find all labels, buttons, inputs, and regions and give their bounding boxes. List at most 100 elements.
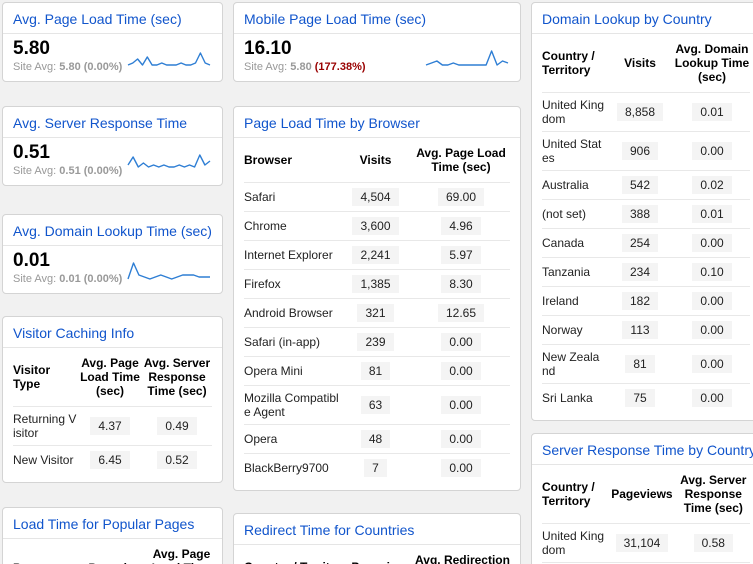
panel-visitor-caching: Visitor Caching Info Visitor TypeAvg. Pa… — [2, 316, 223, 483]
cell-value: 321 — [357, 304, 393, 322]
sparkline-chart — [126, 149, 212, 176]
site-avg-value: 0.01 — [59, 273, 80, 285]
row-label-cell: Australia — [542, 171, 606, 200]
cell-value: 0.49 — [157, 417, 196, 435]
cell-value: 1,385 — [352, 275, 398, 293]
cell-value: 5.97 — [441, 246, 480, 264]
row-label-cell: Norway — [542, 316, 606, 345]
metric-body: 5.80 Site Avg: 5.80 (0.00%) — [3, 34, 222, 81]
panel-title-domain-lookup-country[interactable]: Domain Lookup by Country — [532, 3, 753, 33]
site-avg-label: Site Avg: — [13, 273, 56, 285]
metric-cell: 8.30 — [412, 270, 510, 299]
table-row: Chrome3,6004.96 — [244, 212, 510, 241]
metric-text: 16.10 Site Avg: 5.80 (177.38%) — [244, 38, 366, 73]
cell-value: 388 — [622, 205, 658, 223]
widget-title-avg-domain-lookup[interactable]: Avg. Domain Lookup Time (sec) — [3, 215, 222, 245]
data-table: Country / TerritoryPageviewsAvg. Server … — [542, 465, 750, 564]
row-label-cell: Chrome — [244, 212, 339, 241]
table-row: Sri Lanka750.00 — [542, 384, 750, 413]
cell-value: 113 — [622, 321, 657, 339]
row-label-cell: Internet Explorer — [244, 241, 339, 270]
cell-value: 542 — [622, 176, 658, 194]
cell-value: 8.30 — [441, 275, 480, 293]
row-label-cell: Ireland — [542, 287, 606, 316]
cell-value: 31,104 — [616, 534, 669, 552]
cell-value: 0.01 — [692, 205, 731, 223]
row-label-cell: United Kingdom — [542, 93, 606, 132]
metric-cell: 7 — [339, 454, 412, 483]
visitor-caching-table: Visitor TypeAvg. Page Load Time (sec)Avg… — [3, 348, 222, 482]
cell-value: 69.00 — [438, 188, 484, 206]
row-label-cell: Sri Lanka — [542, 384, 606, 413]
table-row: Opera480.00 — [244, 425, 510, 454]
metric-cell: 0.02 — [674, 171, 750, 200]
widget-title-mobile-page-load[interactable]: Mobile Page Load Time (sec) — [234, 3, 520, 33]
row-label-cell: Tanzania — [542, 258, 606, 287]
widget-title-avg-server-response[interactable]: Avg. Server Response Time — [3, 107, 222, 137]
metric-cell: 0.10 — [674, 258, 750, 287]
metric-text: 5.80 Site Avg: 5.80 (0.00%) — [13, 38, 122, 73]
panel-title-visitor-caching[interactable]: Visitor Caching Info — [3, 317, 222, 347]
cell-value: 2,241 — [352, 246, 398, 264]
cell-value: 75 — [625, 389, 654, 407]
cell-value: 0.00 — [692, 142, 731, 160]
redirect-time-table: Country / TerritoryPageviewsAvg. Redirec… — [234, 545, 520, 564]
left-column: Avg. Page Load Time (sec) 5.80 Site Avg:… — [2, 2, 223, 564]
cell-value: 0.00 — [441, 396, 480, 414]
cell-value: 8,858 — [617, 103, 663, 121]
table-row: (not set) 388 0.01 — [542, 200, 750, 229]
metric-cell: 542 — [606, 171, 674, 200]
site-avg-value: 0.51 — [59, 165, 80, 177]
table-row: New Visitor6.450.52 — [13, 446, 212, 475]
delta-percent: (177.38%) — [315, 61, 366, 73]
table-row: Ireland1820.00 — [542, 287, 750, 316]
table-row: Internet Explorer 2,241 5.97 — [244, 241, 510, 270]
row-label-cell: Safari (in-app) — [244, 328, 339, 357]
header-row: Visitor TypeAvg. Page Load Time (sec)Avg… — [13, 348, 212, 407]
cell-value: 12.65 — [438, 304, 484, 322]
right-column: Domain Lookup by Country Country / Terri… — [531, 2, 753, 564]
metric-body: 0.51 Site Avg: 0.51 (0.00%) — [3, 138, 222, 185]
metric-cell: 1,385 — [339, 270, 412, 299]
delta-percent: (0.00%) — [84, 61, 123, 73]
site-avg-label: Site Avg: — [244, 61, 287, 73]
table-row: Safari4,50469.00 — [244, 183, 510, 212]
row-label-cell: (not set) — [542, 200, 606, 229]
table-row: United States9060.00 — [542, 132, 750, 171]
cell-value: 0.00 — [441, 362, 480, 380]
site-avg-line: Site Avg: 0.51 (0.00%) — [13, 165, 122, 177]
column-header: Country / Territory — [542, 34, 606, 93]
row-label-cell: Mozilla Compatible Agent — [244, 386, 339, 425]
row-label-cell: United Kingdom — [542, 524, 607, 563]
widget-title-avg-page-load[interactable]: Avg. Page Load Time (sec) — [3, 3, 222, 33]
column-header: Pageviews — [349, 545, 415, 564]
domain-lookup-table: Country / TerritoryVisitsAvg. Domain Loo… — [532, 34, 753, 420]
panel-title-redirect-time[interactable]: Redirect Time for Countries — [234, 514, 520, 544]
row-label-cell: New Zealand — [542, 345, 606, 384]
cell-value: 0.01 — [692, 103, 731, 121]
header-row: PagePageviewsAvg. Page Load Time (sec) — [13, 539, 212, 564]
cell-value: 48 — [361, 430, 390, 448]
sparkline-chart — [126, 45, 212, 72]
table-row: Norway1130.00 — [542, 316, 750, 345]
delta-percent: (0.00%) — [84, 273, 123, 285]
row-label-cell: Safari — [244, 183, 339, 212]
metric-cell: 113 — [606, 316, 674, 345]
column-header: Visits — [339, 138, 412, 183]
cell-value: 81 — [625, 355, 654, 373]
column-header: Page — [13, 539, 87, 564]
browser-load-time-table: BrowserVisitsAvg. Page Load Time (sec)Sa… — [234, 138, 520, 490]
panel-title-server-response-country[interactable]: Server Response Time by Country — [532, 434, 753, 464]
cell-value: 7 — [364, 459, 387, 477]
panel-title-popular-pages[interactable]: Load Time for Popular Pages — [3, 508, 222, 538]
metric-cell: 0.00 — [674, 132, 750, 171]
row-label-cell: United States — [542, 132, 606, 171]
widget-mobile-page-load: Mobile Page Load Time (sec) 16.10 Site A… — [233, 2, 521, 82]
metric-cell: 0.00 — [412, 454, 510, 483]
metric-cell: 31,104 — [607, 524, 676, 563]
header-row: BrowserVisitsAvg. Page Load Time (sec) — [244, 138, 510, 183]
table-row: Australia 542 0.02 — [542, 171, 750, 200]
metric-cell: 0.52 — [142, 446, 212, 475]
panel-title-browser-load-time[interactable]: Page Load Time by Browser — [234, 107, 520, 137]
metric-cell: 4.37 — [78, 407, 142, 446]
